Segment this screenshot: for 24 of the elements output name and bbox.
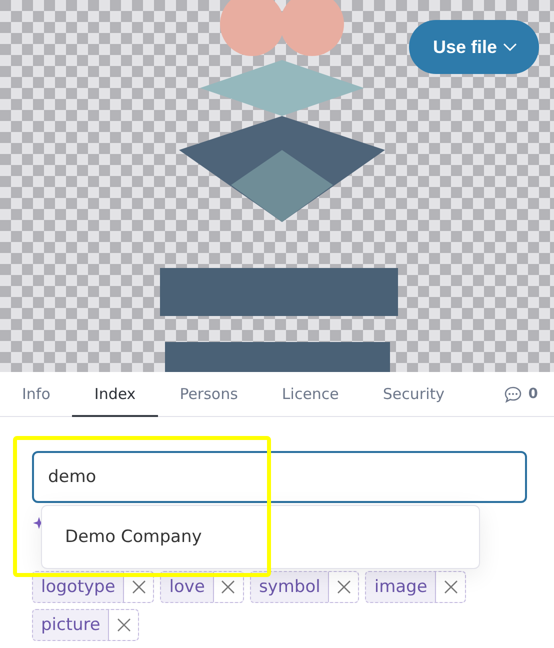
- tab[interactable]: Persons: [158, 372, 260, 417]
- remove-tag-button[interactable]: [435, 572, 466, 602]
- close-icon: [221, 580, 236, 594]
- tab[interactable]: Index: [72, 372, 158, 417]
- comments-tab[interactable]: 0: [504, 372, 554, 416]
- remove-tag-button[interactable]: [328, 572, 358, 602]
- tag-label: symbol: [258, 576, 322, 599]
- use-file-button[interactable]: Use file: [408, 20, 539, 74]
- tag-label: image: [373, 576, 428, 599]
- close-icon: [132, 580, 146, 594]
- search-field[interactable]: demo: [32, 451, 527, 503]
- close-icon: [116, 618, 131, 632]
- close-icon: [444, 580, 458, 594]
- chevron-down-icon: [503, 43, 517, 51]
- tag-label: logotype: [40, 576, 116, 599]
- remove-tag-button[interactable]: [108, 610, 138, 640]
- suggestion-option[interactable]: Demo Company: [42, 527, 225, 547]
- tag-label: love: [168, 576, 206, 599]
- tag-label: picture: [40, 614, 102, 637]
- speech-bubble-icon: [504, 386, 522, 402]
- tab[interactable]: Info: [0, 372, 72, 417]
- tab[interactable]: Security: [360, 372, 467, 417]
- close-icon: [336, 580, 351, 594]
- tab[interactable]: Licence: [260, 372, 361, 417]
